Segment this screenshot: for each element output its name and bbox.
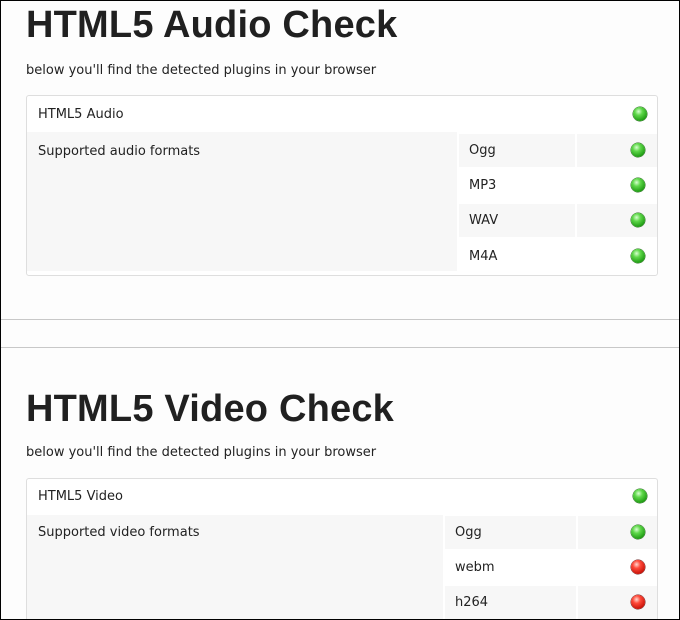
video-format-name: webm: [455, 560, 495, 575]
video-format-row: h264: [445, 586, 657, 619]
audio-results-table: HTML5 Audio Supported audio formats Ogg …: [26, 95, 658, 276]
status-green-icon: [633, 489, 647, 503]
status-green-icon: [631, 249, 645, 263]
audio-check-subtitle: below you'll find the detected plugins i…: [26, 63, 377, 78]
audio-format-name: Ogg: [469, 143, 496, 158]
audio-formats-label-cell: Supported audio formats: [27, 132, 457, 271]
audio-format-row: MP3: [459, 169, 657, 202]
video-formats-label: Supported video formats: [38, 525, 200, 540]
audio-check-title: HTML5 Audio Check: [26, 4, 398, 46]
html5-video-row: HTML5 Video: [27, 479, 657, 515]
status-red-icon: [631, 595, 645, 609]
video-results-table: HTML5 Video Supported video formats Ogg …: [26, 478, 658, 620]
video-formats-label-cell: Supported video formats: [27, 515, 443, 620]
audio-format-name: M4A: [469, 249, 498, 264]
html5-video-label: HTML5 Video: [38, 489, 124, 504]
video-check-subtitle: below you'll find the detected plugins i…: [26, 445, 377, 460]
audio-check-section: HTML5 Audio Check below you'll find the …: [1, 1, 679, 319]
audio-format-row: M4A: [459, 239, 657, 272]
status-red-icon: [631, 560, 645, 574]
video-check-title: HTML5 Video Check: [26, 388, 394, 430]
status-green-icon: [633, 107, 647, 121]
video-format-name: h264: [455, 595, 489, 610]
audio-format-name: MP3: [469, 178, 497, 193]
video-format-row: Ogg: [445, 516, 657, 549]
audio-format-name: WAV: [469, 213, 499, 228]
video-check-section: HTML5 Video Check below you'll find the …: [1, 348, 679, 620]
status-green-icon: [631, 178, 645, 192]
status-green-icon: [631, 213, 645, 227]
video-format-row: webm: [445, 551, 657, 584]
video-format-name: Ogg: [455, 525, 482, 540]
section-separator: [1, 319, 679, 348]
status-green-icon: [631, 143, 645, 157]
audio-formats-label: Supported audio formats: [38, 144, 201, 159]
status-green-icon: [631, 525, 645, 539]
html5-audio-label: HTML5 Audio: [38, 107, 124, 122]
audio-format-row: Ogg: [459, 134, 657, 167]
html5-audio-row: HTML5 Audio: [27, 96, 657, 132]
audio-format-row: WAV: [459, 204, 657, 237]
